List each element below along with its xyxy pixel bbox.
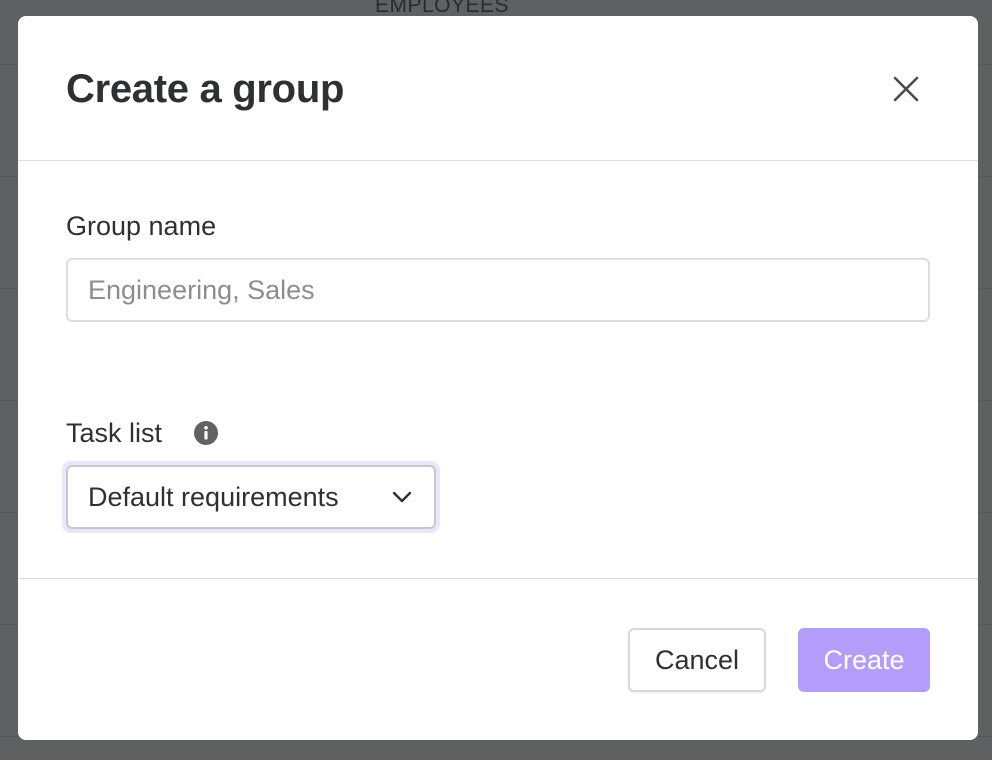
task-list-select-focus-ring: Default requirements [62, 461, 440, 533]
info-icon[interactable] [194, 421, 218, 445]
group-name-label: Group name [66, 211, 217, 241]
close-icon [893, 76, 919, 102]
group-name-input[interactable] [66, 258, 930, 322]
create-group-modal: Create a group Group name Task list Defa… [18, 16, 978, 740]
task-list-selected-value: Default requirements [88, 481, 339, 512]
task-list-label: Task list [66, 418, 163, 448]
create-button[interactable]: Create [798, 628, 930, 692]
modal-title: Create a group [66, 67, 345, 111]
task-list-select[interactable]: Default requirements [66, 465, 436, 529]
cancel-button[interactable]: Cancel [628, 628, 766, 692]
modal-header: Create a group [18, 16, 978, 161]
chevron-down-icon [392, 491, 412, 503]
modal-footer: Cancel Create [18, 578, 978, 740]
close-button[interactable] [886, 72, 926, 106]
